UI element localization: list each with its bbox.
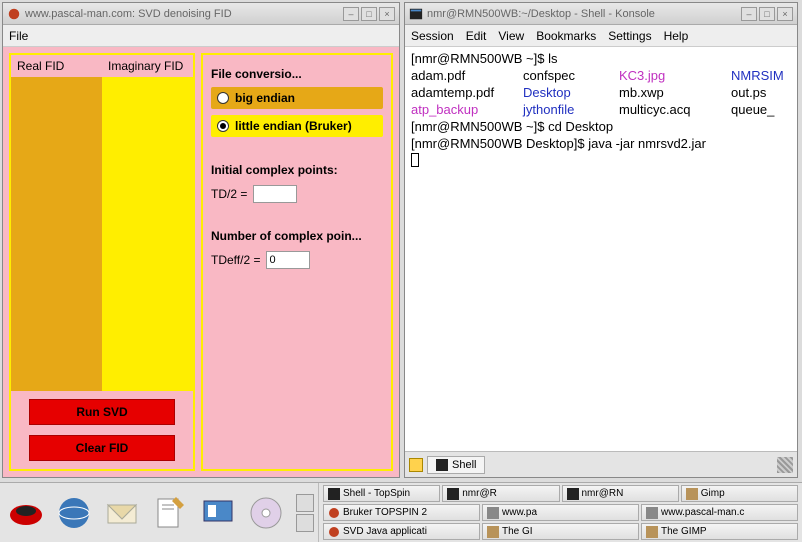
desktop-icon[interactable]	[296, 514, 314, 532]
radio-big-endian[interactable]: big endian	[211, 87, 383, 109]
shell-tab-icon	[436, 459, 448, 471]
num-points-title: Number of complex poin...	[211, 229, 383, 243]
run-svd-button[interactable]: Run SVD	[29, 399, 175, 425]
menu-session[interactable]: Session	[411, 29, 454, 43]
new-tab-icon[interactable]	[409, 458, 423, 472]
tdeff-input[interactable]	[266, 251, 310, 269]
menu-file[interactable]: File	[9, 29, 28, 43]
konsole-title-text: nmr@RMN500WB:~/Desktop - Shell - Konsole	[427, 8, 655, 20]
konsole-tabbar: Shell	[405, 451, 797, 477]
close-button[interactable]: ×	[777, 7, 793, 21]
tdeff-label: TDeff/2 =	[211, 253, 260, 267]
options-panel: File conversio... big endian little endi…	[201, 53, 393, 471]
task-item[interactable]: www.pa	[482, 504, 639, 521]
maximize-button[interactable]: □	[361, 7, 377, 21]
terminal-icon	[409, 7, 423, 21]
fid-header: Real FID Imaginary FID	[11, 55, 193, 77]
svd-title-text: www.pascal-man.com: SVD denoising FID	[25, 8, 232, 20]
launcher-tray	[0, 483, 292, 542]
task-item[interactable]: nmr@R	[442, 485, 559, 502]
task-item[interactable]: www.pascal-man.c	[641, 504, 798, 521]
task-icon	[487, 507, 499, 519]
menu-settings[interactable]: Settings	[608, 29, 651, 43]
fid-display	[11, 77, 193, 391]
button-stack: Run SVD Clear FID	[11, 391, 193, 469]
svd-menubar: File	[3, 25, 399, 47]
menu-edit[interactable]: Edit	[466, 29, 487, 43]
svd-app-window: www.pascal-man.com: SVD denoising FID – …	[2, 2, 400, 478]
radio-big-label: big endian	[235, 91, 295, 105]
radio-icon	[217, 120, 229, 132]
lock-icon[interactable]	[296, 494, 314, 512]
init-points-title: Initial complex points:	[211, 163, 383, 177]
minimize-button[interactable]: –	[741, 7, 757, 21]
task-button-area: Shell - TopSpin nmr@R nmr@RN Gimp Bruker…	[318, 483, 802, 542]
td-label: TD/2 =	[211, 187, 247, 201]
browser-icon[interactable]	[54, 493, 94, 533]
menu-bookmarks[interactable]: Bookmarks	[536, 29, 596, 43]
menu-view[interactable]: View	[498, 29, 524, 43]
task-item[interactable]: SVD Java applicati	[323, 523, 480, 540]
menu-help[interactable]: Help	[664, 29, 689, 43]
radio-icon	[217, 92, 229, 104]
task-item[interactable]: The GIMP	[641, 523, 798, 540]
editor-icon[interactable]	[150, 493, 190, 533]
mail-icon[interactable]	[102, 493, 142, 533]
task-icon	[686, 488, 698, 500]
tdeff-row: TDeff/2 =	[211, 251, 383, 269]
td-input[interactable]	[253, 185, 297, 203]
task-icon	[447, 488, 459, 500]
svd-body: Real FID Imaginary FID Run SVD Clear FID…	[3, 47, 399, 477]
cd-icon[interactable]	[246, 493, 286, 533]
redhat-icon[interactable]	[6, 493, 46, 533]
task-icon	[646, 526, 658, 538]
shell-tab[interactable]: Shell	[427, 456, 485, 474]
task-item[interactable]: Bruker TOPSPIN 2	[323, 504, 480, 521]
konsole-titlebar[interactable]: nmr@RMN500WB:~/Desktop - Shell - Konsole…	[405, 3, 797, 25]
task-icon	[328, 526, 340, 538]
cursor	[411, 153, 419, 167]
task-icon	[567, 488, 579, 500]
konsole-window: nmr@RMN500WB:~/Desktop - Shell - Konsole…	[404, 2, 798, 478]
imag-fid-area	[102, 77, 193, 391]
file-conversion-title: File conversio...	[211, 67, 383, 81]
real-fid-area	[11, 77, 102, 391]
task-icon	[487, 526, 499, 538]
presentation-icon[interactable]	[198, 493, 238, 533]
maximize-button[interactable]: □	[759, 7, 775, 21]
minimize-button[interactable]: –	[343, 7, 359, 21]
shell-tab-label: Shell	[452, 459, 476, 471]
task-item[interactable]: Gimp	[681, 485, 798, 502]
task-item[interactable]: Shell - TopSpin	[323, 485, 440, 502]
clear-fid-button[interactable]: Clear FID	[29, 435, 175, 461]
taskbar: Shell - TopSpin nmr@R nmr@RN Gimp Bruker…	[0, 482, 802, 542]
radio-little-label: little endian (Bruker)	[235, 119, 352, 133]
fid-panel: Real FID Imaginary FID Run SVD Clear FID	[9, 53, 195, 471]
task-item[interactable]: The GI	[482, 523, 639, 540]
resize-grip[interactable]	[777, 457, 793, 473]
java-icon	[7, 7, 21, 21]
konsole-menubar: Session Edit View Bookmarks Settings Hel…	[405, 25, 797, 47]
task-item[interactable]: nmr@RN	[562, 485, 679, 502]
td-row: TD/2 =	[211, 185, 383, 203]
task-icon	[328, 488, 340, 500]
radio-little-endian[interactable]: little endian (Bruker)	[211, 115, 383, 137]
imag-fid-label: Imaginary FID	[102, 55, 193, 77]
svd-titlebar[interactable]: www.pascal-man.com: SVD denoising FID – …	[3, 3, 399, 25]
task-icon	[646, 507, 658, 519]
mini-tray	[292, 483, 318, 542]
terminal-area[interactable]: [nmr@RMN500WB ~]$ ls adam.pdfconfspecKC3…	[405, 47, 797, 451]
close-button[interactable]: ×	[379, 7, 395, 21]
task-icon	[328, 507, 340, 519]
real-fid-label: Real FID	[11, 55, 102, 77]
